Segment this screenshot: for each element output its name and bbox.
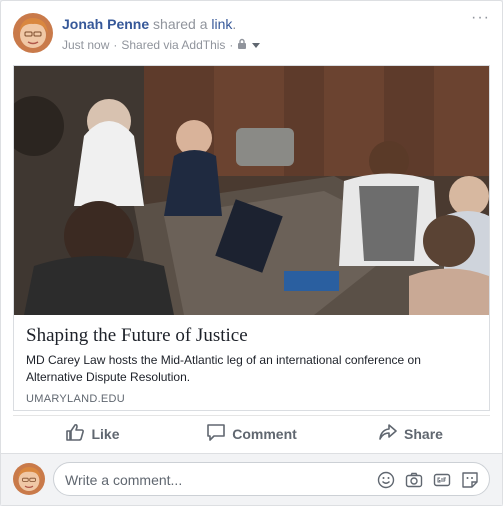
- lock-icon: [237, 38, 247, 52]
- comment-bubble-icon: [206, 422, 226, 445]
- like-label: Like: [91, 425, 120, 442]
- share-label: Share: [404, 425, 443, 442]
- timestamp[interactable]: Just now: [62, 38, 109, 52]
- link-word[interactable]: link: [211, 16, 232, 32]
- meta-separator-2: ·: [229, 38, 234, 52]
- conference-photo[interactable]: [14, 66, 489, 315]
- meta-separator: ·: [113, 38, 118, 52]
- more-options-icon[interactable]: ···: [470, 10, 490, 29]
- caret-down-icon[interactable]: [251, 38, 261, 52]
- share-button[interactable]: Share: [331, 416, 490, 451]
- comment-input[interactable]: Write a comment...: [53, 462, 490, 496]
- share-arrow-icon: [378, 422, 398, 445]
- shared-text: shared a: [149, 16, 212, 32]
- comment-button[interactable]: Comment: [172, 416, 331, 451]
- link-title[interactable]: Shaping the Future of Justice: [26, 325, 248, 347]
- link-domain: UMARYLAND.EDU: [26, 393, 126, 405]
- author-line: Jonah Penne shared a link.: [62, 16, 236, 32]
- post-card: Jonah Penne shared a link. Just now · Sh…: [0, 0, 503, 506]
- post-meta: Just now · Shared via AddThis ·: [62, 38, 261, 52]
- shared-via[interactable]: Shared via AddThis: [121, 38, 225, 52]
- author-avatar[interactable]: [13, 13, 53, 53]
- comment-label: Comment: [232, 425, 297, 442]
- comment-placeholder: Write a comment...: [65, 472, 183, 488]
- post-header: Jonah Penne shared a link. Just now · Sh…: [13, 10, 490, 57]
- post-actions: Like Comment Share: [13, 415, 490, 451]
- commenter-avatar[interactable]: [13, 463, 45, 495]
- gif-icon[interactable]: [433, 471, 451, 489]
- sticker-icon[interactable]: [461, 471, 479, 489]
- link-attachment[interactable]: Shaping the Future of Justice MD Carey L…: [13, 65, 490, 411]
- thumbs-up-icon: [65, 422, 85, 445]
- author-name[interactable]: Jonah Penne: [62, 16, 149, 32]
- like-button[interactable]: Like: [13, 416, 172, 451]
- link-description: MD Carey Law hosts the Mid-Atlantic leg …: [26, 353, 421, 384]
- emoji-icon[interactable]: [377, 471, 395, 489]
- comment-icons: [377, 471, 479, 489]
- camera-icon[interactable]: [405, 471, 423, 489]
- period: .: [232, 16, 237, 32]
